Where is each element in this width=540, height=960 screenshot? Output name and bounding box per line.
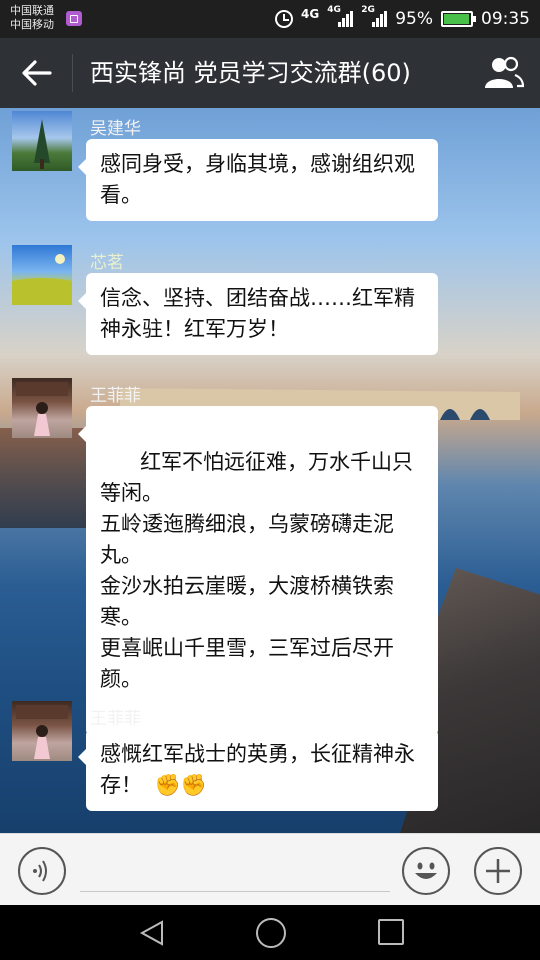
carrier-names: 中国联通 中国移动 <box>10 4 54 32</box>
sender-name: 王菲菲 <box>90 709 141 729</box>
smiley-icon[interactable] <box>402 847 450 895</box>
message-bubble[interactable]: 感同身受，身临其境，感谢组织观看。 <box>78 139 438 221</box>
network-type-1: 4G <box>301 7 320 21</box>
battery-fill <box>444 14 469 24</box>
girl-avatar-image <box>16 382 68 436</box>
message-text: 信念、坚持、团结奋战……红军精神永驻！红军万岁！ <box>100 286 415 341</box>
nav-back-icon[interactable] <box>138 919 166 947</box>
battery-percent: 95% <box>395 9 433 29</box>
avatar[interactable] <box>12 245 72 305</box>
chat-header: 西实锋尚 党员学习交流群(60) <box>0 38 540 108</box>
avatar[interactable] <box>12 701 72 761</box>
message-text: 感同身受，身临其境，感谢组织观看。 <box>100 152 415 207</box>
back-arrow-icon[interactable] <box>20 58 54 88</box>
carrier-2: 中国移动 <box>10 18 54 31</box>
system-nav-bar <box>0 905 540 960</box>
message-input[interactable] <box>80 848 390 892</box>
signal-bars-1 <box>338 11 354 27</box>
nav-recent-icon[interactable] <box>378 919 404 945</box>
signal-bars-2 <box>372 11 388 27</box>
battery-icon <box>441 11 476 27</box>
carrier-1: 中国联通 <box>10 4 54 17</box>
signal-icon-2: 2G <box>361 5 388 29</box>
nav-home-icon[interactable] <box>256 918 286 948</box>
sender-name: 芯茗 <box>90 253 124 273</box>
sender-name: 吴建华 <box>90 119 141 139</box>
header-divider <box>72 54 73 92</box>
status-bar: 中国联通 中国移动 4G 4G 2G 95% 09:35 <box>0 0 540 38</box>
sender-name: 王菲菲 <box>90 386 141 406</box>
tree-avatar-image <box>34 119 50 169</box>
group-members-icon[interactable] <box>484 55 524 91</box>
signal-icon: 4G <box>327 5 354 29</box>
background-boats <box>0 428 90 528</box>
field-avatar-image <box>12 254 72 305</box>
message-bubble[interactable]: 红军不怕远征难，万水千山只等闲。 五岭逶迤腾细浪，乌蒙磅礴走泥丸。 金沙水拍云崖… <box>78 406 438 736</box>
avatar[interactable] <box>12 378 72 438</box>
notification-icon <box>66 11 82 26</box>
message-bubble[interactable]: 感慨红军战士的英勇，长征精神永存！ ✊✊ <box>78 729 438 811</box>
plus-icon[interactable] <box>474 847 522 895</box>
voice-icon[interactable] <box>18 847 66 895</box>
avatar[interactable] <box>12 111 72 171</box>
alarm-icon <box>275 10 293 28</box>
chat-title: 西实锋尚 党员学习交流群(60) <box>90 59 411 87</box>
girl-avatar-image <box>16 705 68 759</box>
input-bar <box>0 833 540 905</box>
status-indicators: 4G 4G 2G 95% 09:35 <box>275 0 530 38</box>
message-text: 感慨红军战士的英勇，长征精神永存！ <box>100 742 415 797</box>
message-bubble[interactable]: 信念、坚持、团结奋战……红军精神永驻！红军万岁！ <box>78 273 438 355</box>
fist-emoji: ✊✊ <box>154 773 207 797</box>
chat-messages-area[interactable]: 吴建华 感同身受，身临其境，感谢组织观看。 芯茗 信念、坚持、团结奋战……红军精… <box>0 108 540 833</box>
message-text: 红军不怕远征难，万水千山只等闲。 五岭逶迤腾细浪，乌蒙磅礴走泥丸。 金沙水拍云崖… <box>100 450 414 691</box>
clock: 09:35 <box>481 9 530 29</box>
